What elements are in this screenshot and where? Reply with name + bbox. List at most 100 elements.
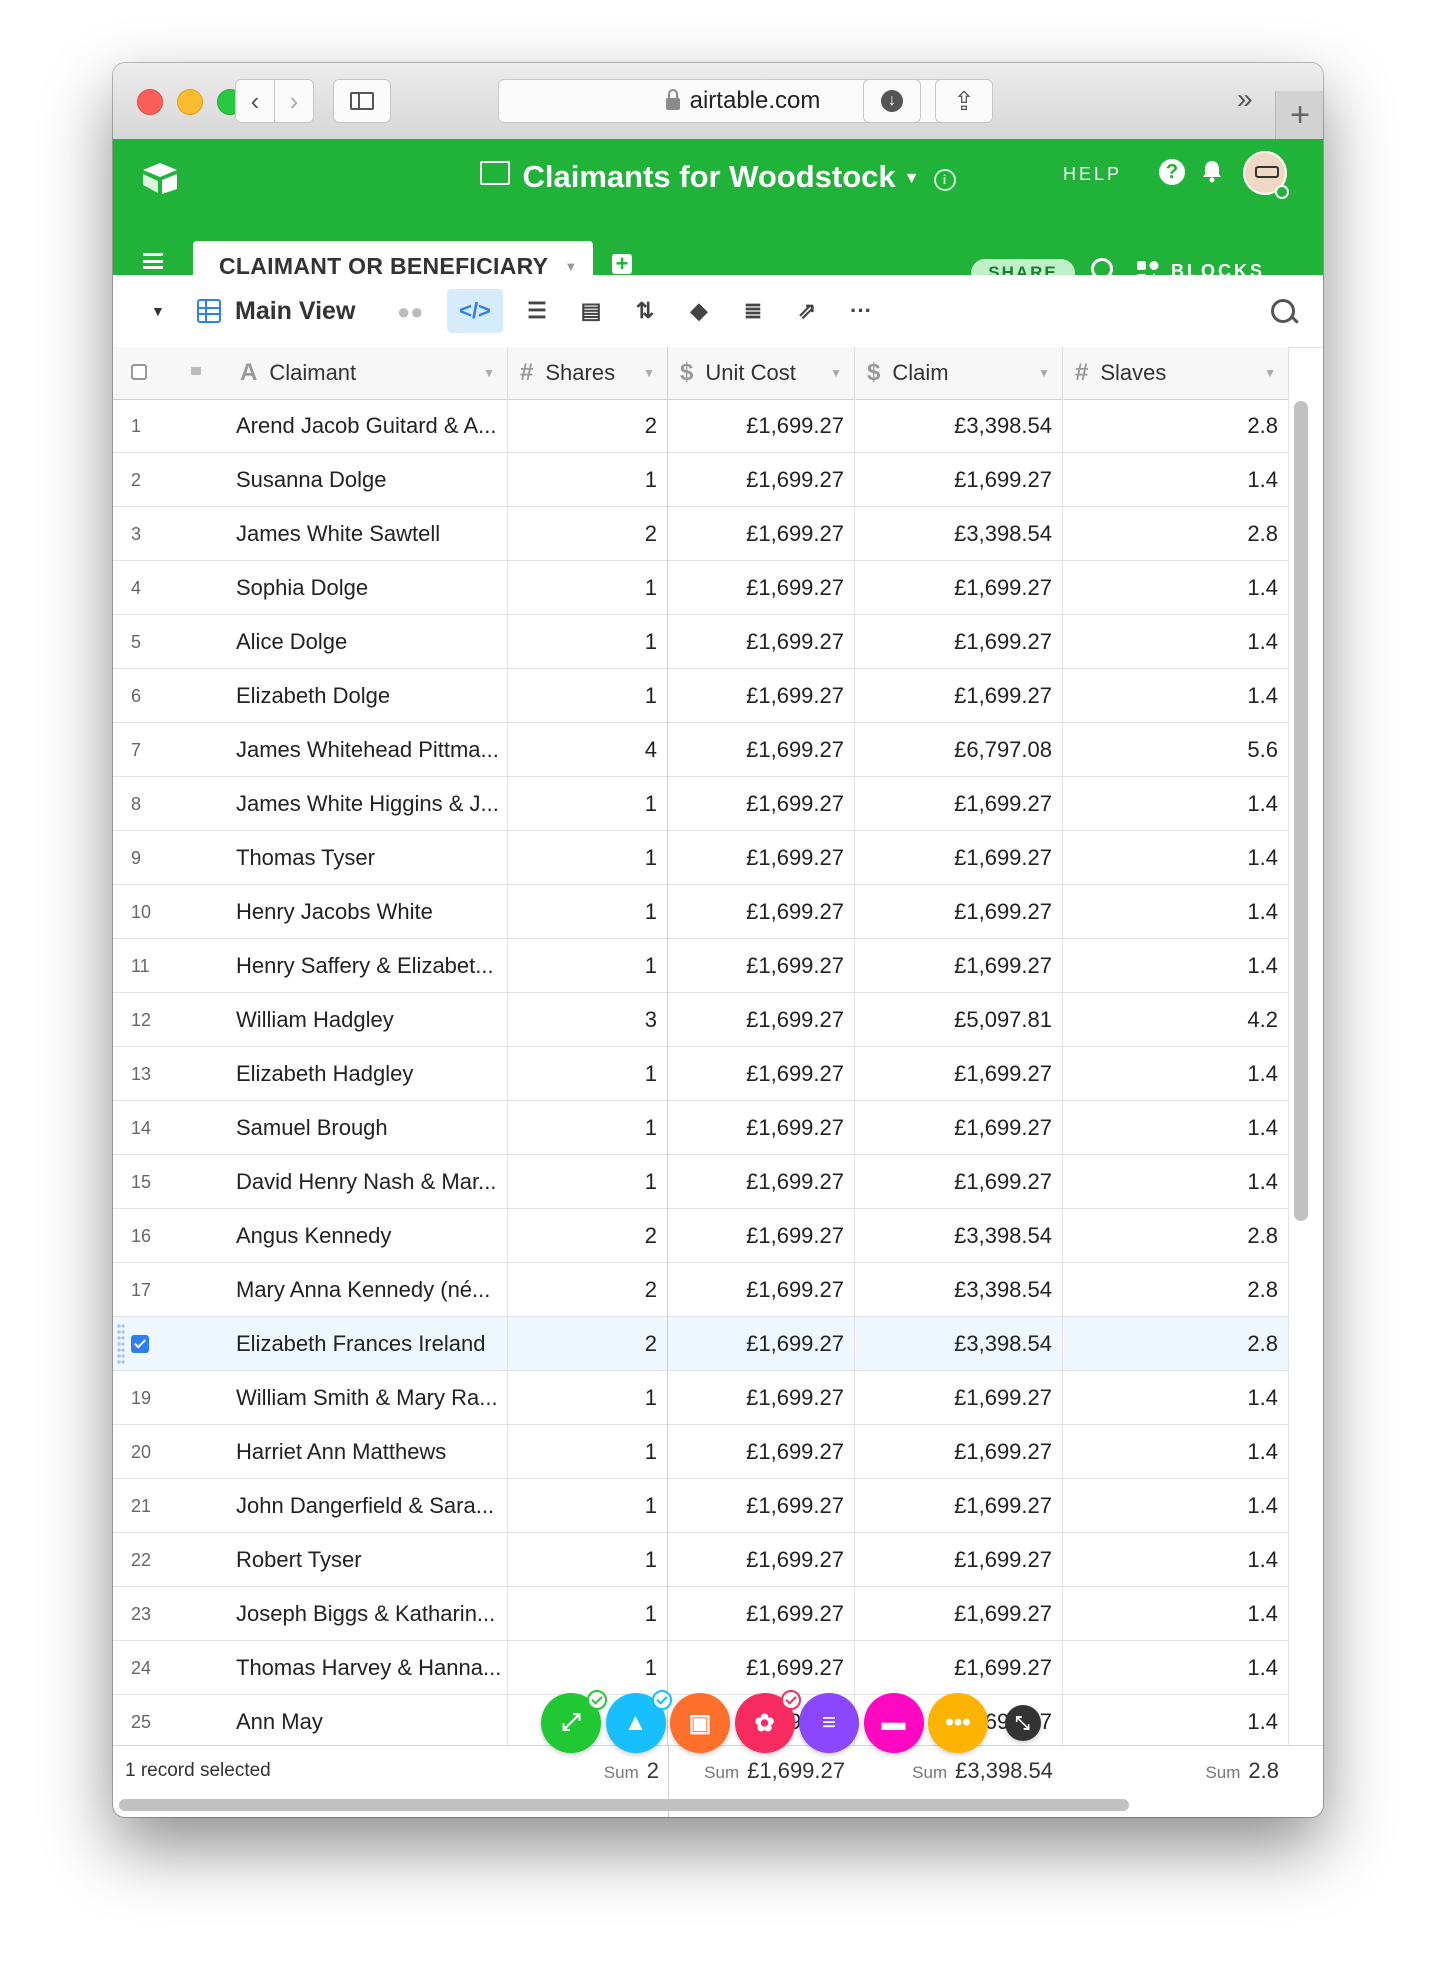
shares-sum[interactable]: Sum 2	[604, 1758, 659, 1784]
unit-cost-cell[interactable]: £1,699.27	[668, 399, 855, 453]
slaves-cell[interactable]: 2.8	[1063, 1317, 1289, 1371]
claimant-cell[interactable]: Thomas Tyser	[228, 831, 508, 885]
claim-cell[interactable]: £3,398.54	[855, 507, 1063, 561]
unit-cost-cell[interactable]: £1,699.27	[668, 615, 855, 669]
claim-cell[interactable]: £1,699.27	[855, 1587, 1063, 1641]
unit-cost-cell[interactable]: £1,699.27	[668, 669, 855, 723]
claimant-cell[interactable]: Angus Kennedy	[228, 1209, 508, 1263]
image-block-button[interactable]: ▣	[670, 1693, 730, 1753]
shares-cell[interactable]: 1	[508, 831, 668, 885]
claim-cell[interactable]: £1,699.27	[855, 1371, 1063, 1425]
table-row[interactable]: 17 Mary Anna Kennedy (né... 2 £1,699.27 £3,3…	[113, 1263, 1289, 1317]
help-icon[interactable]: ?	[1159, 159, 1185, 185]
unit-cost-cell[interactable]: £1,699.27	[668, 1587, 855, 1641]
claimant-cell[interactable]: William Hadgley	[228, 993, 508, 1047]
slaves-cell[interactable]: 1.4	[1063, 1371, 1289, 1425]
share-view-button[interactable]: ⇗	[779, 289, 835, 333]
add-table-icon[interactable]: +	[612, 253, 632, 275]
claim-cell[interactable]: £3,398.54	[855, 1317, 1063, 1371]
table-row[interactable]: 1 Arend Jacob Guitard & A... 2 £1,699.27 £3,…	[113, 399, 1289, 453]
claimant-cell[interactable]: Joseph Biggs & Katharin...	[228, 1587, 508, 1641]
unit-cost-cell[interactable]: £1,699.27	[668, 1101, 855, 1155]
bell-icon[interactable]	[1201, 159, 1223, 183]
overflow-chevron-icon[interactable]: »	[1237, 83, 1253, 115]
claim-cell[interactable]: £1,699.27	[855, 1641, 1063, 1695]
table-row[interactable]: 14 Samuel Brough 1 £1,699.27 £1,699.27 1.4	[113, 1101, 1289, 1155]
claim-cell[interactable]: £1,699.27	[855, 615, 1063, 669]
table-row[interactable]: 24 Thomas Harvey & Hanna... 1 £1,699.27 £1,6…	[113, 1641, 1289, 1695]
slaves-cell[interactable]: 1.4	[1063, 669, 1289, 723]
slaves-cell[interactable]: 1.4	[1063, 939, 1289, 993]
base-title[interactable]: Claimants for Woodstock ▼ i	[113, 159, 1323, 195]
slaves-sum[interactable]: Sum 2.8	[1205, 1758, 1279, 1784]
shares-cell[interactable]: 1	[508, 1155, 668, 1209]
downloads-button[interactable]: ↓	[863, 79, 921, 123]
chevron-down-icon[interactable]: ▼	[643, 366, 655, 380]
shares-cell[interactable]: 4	[508, 723, 668, 777]
table-row[interactable]: Elizabeth Frances Ireland 2 £1,699.27 £3,39…	[113, 1317, 1289, 1371]
claim-cell[interactable]: £1,699.27	[855, 885, 1063, 939]
sidebar-toggle-button[interactable]	[333, 79, 391, 123]
claim-cell[interactable]: £1,699.27	[855, 1047, 1063, 1101]
table-row[interactable]: 3 James White Sawtell 2 £1,699.27 £3,398.54 2…	[113, 507, 1289, 561]
unit-cost-cell[interactable]: £1,699.27	[668, 1641, 855, 1695]
slaves-cell[interactable]: 1.4	[1063, 1155, 1289, 1209]
shares-cell[interactable]: 1	[508, 885, 668, 939]
unit-cost-cell[interactable]: £1,699.27	[668, 723, 855, 777]
shares-cell[interactable]: 1	[508, 453, 668, 507]
claim-cell[interactable]: £1,699.27	[855, 669, 1063, 723]
unit-cost-cell[interactable]: £1,699.27	[668, 831, 855, 885]
claimant-cell[interactable]: Elizabeth Dolge	[228, 669, 508, 723]
table-row[interactable]: 22 Robert Tyser 1 £1,699.27 £1,699.27 1.4	[113, 1533, 1289, 1587]
claim-cell[interactable]: £3,398.54	[855, 1209, 1063, 1263]
forward-button[interactable]: ›	[274, 79, 314, 123]
chevron-down-icon[interactable]: ▼	[483, 366, 495, 380]
claimant-cell[interactable]: Elizabeth Hadgley	[228, 1047, 508, 1101]
select-all-checkbox[interactable]	[131, 364, 147, 380]
unit-cost-cell[interactable]: £1,699.27	[668, 507, 855, 561]
unit-cost-cell[interactable]: £1,699.27	[668, 1155, 855, 1209]
slaves-cell[interactable]: 2.8	[1063, 1209, 1289, 1263]
table-row[interactable]: 23 Joseph Biggs & Katharin... 1 £1,699.27 £1…	[113, 1587, 1289, 1641]
shares-cell[interactable]: 1	[508, 1587, 668, 1641]
claimant-cell[interactable]: James White Sawtell	[228, 507, 508, 561]
slaves-cell[interactable]: 2.8	[1063, 399, 1289, 453]
collapse-arrows-block-button[interactable]: ⤡	[1004, 1705, 1041, 1741]
table-row[interactable]: 19 William Smith & Mary Ra... 1 £1,699.27 £1…	[113, 1371, 1289, 1425]
row-height-button[interactable]: ≣	[725, 289, 781, 333]
view-name[interactable]: Main View	[235, 297, 355, 326]
minimize-window-button[interactable]	[177, 89, 203, 115]
expand-arrows-block-button[interactable]: ⤢	[541, 1690, 607, 1753]
slaves-cell[interactable]: 1.4	[1063, 615, 1289, 669]
chevron-down-icon[interactable]: ▼	[1264, 366, 1276, 380]
unit-cost-cell[interactable]: £1,699.27	[668, 885, 855, 939]
share-page-button[interactable]: ⇪	[935, 79, 993, 123]
slaves-cell[interactable]: 1.4	[1063, 1641, 1289, 1695]
slaves-cell[interactable]: 1.4	[1063, 1425, 1289, 1479]
row-checkbox[interactable]	[131, 1335, 149, 1353]
info-icon[interactable]: i	[933, 169, 956, 191]
shares-cell[interactable]: 1	[508, 1047, 668, 1101]
unit-cost-cell[interactable]: £1,699.27	[668, 1371, 855, 1425]
table-row[interactable]: 13 Elizabeth Hadgley 1 £1,699.27 £1,699.27 1.…	[113, 1047, 1289, 1101]
unit-cost-cell[interactable]: £1,699.27	[668, 1479, 855, 1533]
help-label[interactable]: HELP	[1063, 164, 1122, 185]
shares-cell[interactable]: 2	[508, 399, 668, 453]
slaves-cell[interactable]: 1.4	[1063, 777, 1289, 831]
shares-cell[interactable]: 1	[508, 669, 668, 723]
unit-cost-cell[interactable]: £1,699.27	[668, 1047, 855, 1101]
unit-cost-cell[interactable]: £1,699.27	[668, 1317, 855, 1371]
shares-cell[interactable]: 2	[508, 1263, 668, 1317]
claim-sum[interactable]: Sum £3,398.54	[912, 1758, 1053, 1784]
view-switcher-arrow-icon[interactable]: ▼	[151, 303, 165, 319]
unit-cost-cell[interactable]: £1,699.27	[668, 1209, 855, 1263]
claim-cell[interactable]: £1,699.27	[855, 1101, 1063, 1155]
claimant-cell[interactable]: Henry Jacobs White	[228, 885, 508, 939]
claimant-cell[interactable]: Henry Saffery & Elizabet...	[228, 939, 508, 993]
slaves-cell[interactable]: 4.2	[1063, 993, 1289, 1047]
claim-cell[interactable]: £5,097.81	[855, 993, 1063, 1047]
claim-cell[interactable]: £1,699.27	[855, 1155, 1063, 1209]
claimant-cell[interactable]: Sophia Dolge	[228, 561, 508, 615]
claim-cell[interactable]: £3,398.54	[855, 399, 1063, 453]
unit-cost-cell[interactable]: £1,699.27	[668, 993, 855, 1047]
